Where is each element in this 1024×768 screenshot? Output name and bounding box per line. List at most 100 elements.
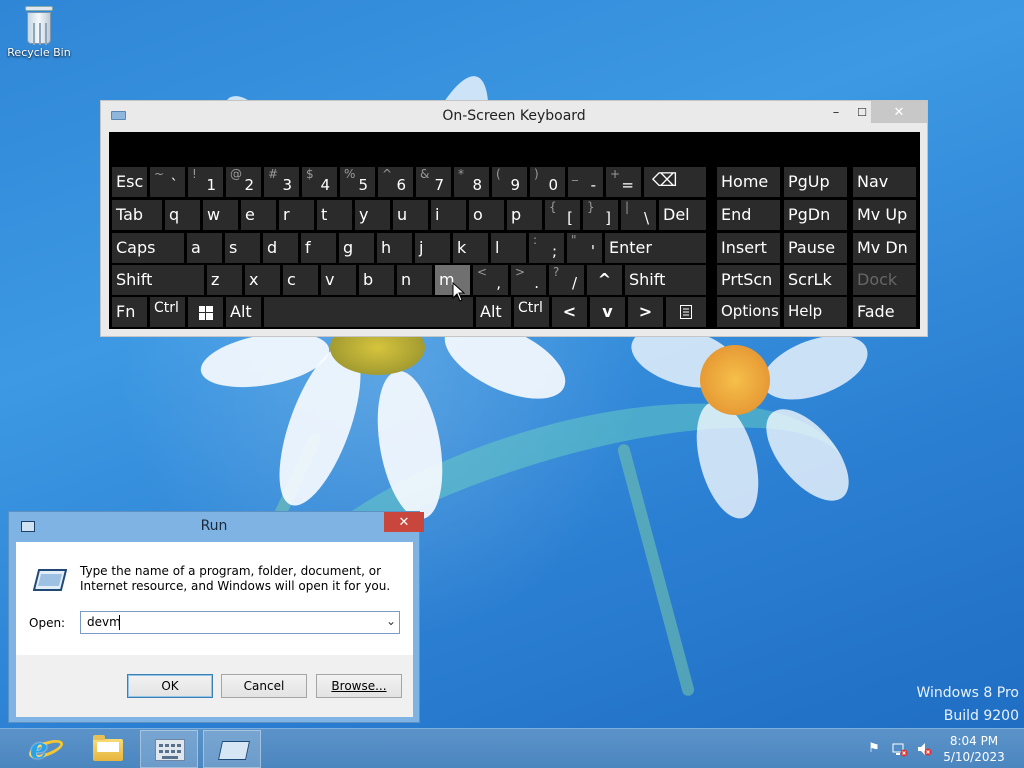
key-period[interactable]: >. bbox=[511, 265, 546, 295]
key-help[interactable]: Help bbox=[784, 297, 847, 327]
key-p[interactable]: p bbox=[507, 200, 542, 230]
action-center-flag-icon[interactable]: ⚑ bbox=[866, 741, 882, 757]
key-pause[interactable]: Pause bbox=[784, 233, 847, 263]
key-k[interactable]: k bbox=[453, 233, 488, 263]
key-t[interactable]: t bbox=[317, 200, 352, 230]
key-q[interactable]: q bbox=[165, 200, 200, 230]
key-y[interactable]: y bbox=[355, 200, 390, 230]
key-z[interactable]: z bbox=[207, 265, 242, 295]
key-v[interactable]: v bbox=[321, 265, 356, 295]
key-fade[interactable]: Fade bbox=[853, 297, 916, 327]
key-minus[interactable]: _ - bbox=[568, 167, 603, 197]
key-x[interactable]: x bbox=[245, 265, 280, 295]
key-end[interactable]: End bbox=[717, 200, 780, 230]
key-up-arrow[interactable]: ^ bbox=[587, 265, 622, 295]
key-del[interactable]: Del bbox=[659, 200, 706, 230]
key-n[interactable]: n bbox=[397, 265, 432, 295]
open-input-value[interactable]: devm bbox=[87, 615, 121, 629]
key-enter[interactable]: Enter bbox=[605, 233, 706, 263]
key-o[interactable]: o bbox=[469, 200, 504, 230]
taskbar-on-screen-keyboard[interactable] bbox=[140, 730, 198, 768]
open-combobox[interactable]: devm ⌄ bbox=[80, 611, 400, 634]
context-menu-icon bbox=[680, 305, 692, 319]
key-ctrl-right[interactable]: Ctrl bbox=[514, 297, 549, 327]
key-e[interactable]: e bbox=[241, 200, 276, 230]
close-button[interactable]: ✕ bbox=[871, 101, 927, 123]
key-fn[interactable]: Fn bbox=[112, 297, 147, 327]
key-l[interactable]: l bbox=[491, 233, 526, 263]
minimize-button[interactable]: – bbox=[823, 101, 849, 123]
key-menu[interactable] bbox=[666, 297, 706, 327]
key-backquote[interactable]: ~ ` bbox=[150, 167, 185, 197]
key-options[interactable]: Options bbox=[717, 297, 780, 327]
key-6[interactable]: ^ 6 bbox=[378, 167, 413, 197]
key-8[interactable]: * 8 bbox=[454, 167, 489, 197]
browse-button[interactable]: Browse... bbox=[316, 674, 402, 698]
cancel-button[interactable]: Cancel bbox=[221, 674, 307, 698]
key-prtscn[interactable]: PrtScn bbox=[717, 265, 780, 295]
key-left-bracket[interactable]: {[ bbox=[545, 200, 580, 230]
key-a[interactable]: a bbox=[187, 233, 222, 263]
key-ctrl-left[interactable]: Ctrl bbox=[150, 297, 185, 327]
key-0[interactable]: ) 0 bbox=[530, 167, 565, 197]
key-nav[interactable]: Nav bbox=[853, 167, 916, 197]
key-3[interactable]: #3 bbox=[264, 167, 299, 197]
osk-titlebar[interactable]: On-Screen Keyboard – ☐ ✕ bbox=[101, 101, 927, 131]
key-h[interactable]: h bbox=[377, 233, 412, 263]
taskbar-internet-explorer[interactable]: e bbox=[16, 730, 74, 768]
volume-muted-icon[interactable] bbox=[916, 741, 932, 757]
key-9[interactable]: (9 bbox=[492, 167, 527, 197]
key-u[interactable]: u bbox=[393, 200, 428, 230]
key-r[interactable]: r bbox=[279, 200, 314, 230]
key-esc[interactable]: Esc bbox=[112, 167, 147, 197]
key-pgup[interactable]: PgUp bbox=[784, 167, 847, 197]
key-alt-right[interactable]: Alt bbox=[476, 297, 511, 327]
key-g[interactable]: g bbox=[339, 233, 374, 263]
key-right-bracket[interactable]: }] bbox=[583, 200, 618, 230]
key-windows[interactable] bbox=[188, 297, 223, 327]
key-backspace[interactable]: ⌫ bbox=[644, 167, 706, 197]
key-mv-dn[interactable]: Mv Dn bbox=[853, 233, 916, 263]
key-slash[interactable]: ? / bbox=[549, 265, 584, 295]
key-mv-up[interactable]: Mv Up bbox=[853, 200, 916, 230]
taskbar-file-explorer[interactable] bbox=[78, 730, 136, 768]
key-scrlk[interactable]: ScrLk bbox=[784, 265, 847, 295]
key-space[interactable] bbox=[264, 297, 473, 327]
key-j[interactable]: j bbox=[415, 233, 450, 263]
key-home[interactable]: Home bbox=[717, 167, 780, 197]
system-clock[interactable]: 8:04 PM 5/10/2023 bbox=[940, 733, 1008, 765]
recycle-bin-desktop-icon[interactable]: Recycle Bin bbox=[4, 0, 74, 59]
network-icon[interactable] bbox=[892, 741, 908, 757]
key-f[interactable]: f bbox=[301, 233, 336, 263]
key-4[interactable]: $4 bbox=[302, 167, 337, 197]
key-shift-left[interactable]: Shift bbox=[112, 265, 204, 295]
key-1[interactable]: ! 1 bbox=[188, 167, 223, 197]
key-i[interactable]: i bbox=[431, 200, 466, 230]
key-d[interactable]: d bbox=[263, 233, 298, 263]
taskbar-run[interactable] bbox=[203, 730, 261, 768]
key-backslash[interactable]: | \ bbox=[621, 200, 656, 230]
key-down-arrow[interactable]: v bbox=[590, 297, 625, 327]
key-equal[interactable]: + = bbox=[606, 167, 641, 197]
chevron-down-icon[interactable]: ⌄ bbox=[386, 614, 396, 628]
key-comma[interactable]: <, bbox=[473, 265, 508, 295]
key-c[interactable]: c bbox=[283, 265, 318, 295]
key-s[interactable]: s bbox=[225, 233, 260, 263]
key-left-arrow[interactable]: < bbox=[552, 297, 587, 327]
key-tab[interactable]: Tab bbox=[112, 200, 162, 230]
key-caps[interactable]: Caps bbox=[112, 233, 184, 263]
key-pgdn[interactable]: PgDn bbox=[784, 200, 847, 230]
key-alt-left[interactable]: Alt bbox=[226, 297, 261, 327]
key-quote[interactable]: " ' bbox=[567, 233, 602, 263]
run-close-button[interactable]: ✕ bbox=[384, 512, 424, 532]
key-semicolon[interactable]: :; bbox=[529, 233, 564, 263]
key-w[interactable]: w bbox=[203, 200, 238, 230]
key-2[interactable]: @2 bbox=[226, 167, 261, 197]
ok-button[interactable]: OK bbox=[127, 674, 213, 698]
key-7[interactable]: & 7 bbox=[416, 167, 451, 197]
key-5[interactable]: % 5 bbox=[340, 167, 375, 197]
key-shift-right[interactable]: Shift bbox=[625, 265, 706, 295]
key-b[interactable]: b bbox=[359, 265, 394, 295]
key-insert[interactable]: Insert bbox=[717, 233, 780, 263]
key-right-arrow[interactable]: > bbox=[628, 297, 663, 327]
